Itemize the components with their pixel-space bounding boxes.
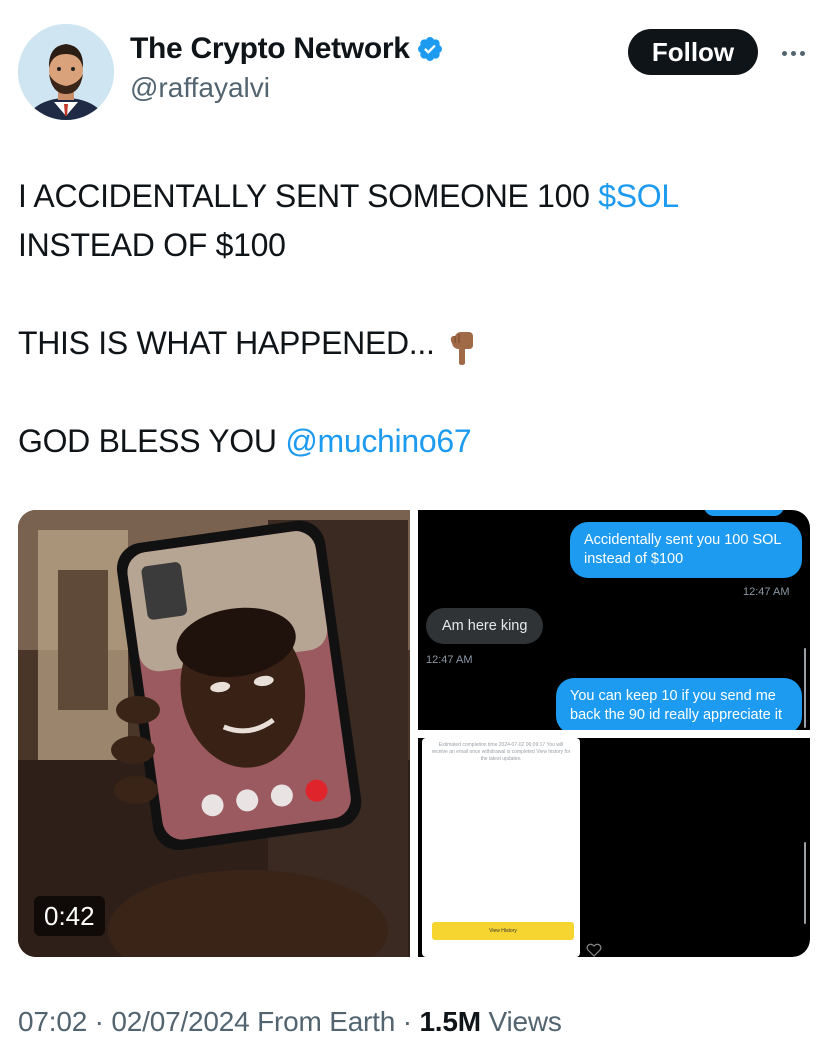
- more-options-icon[interactable]: [776, 38, 810, 68]
- view-history-button: View History: [432, 922, 574, 940]
- cashtag-link[interactable]: $SOL: [598, 178, 679, 214]
- chat-timestamp-1: 12:47 AM: [743, 586, 790, 598]
- video-duration-badge: 0:42: [34, 896, 105, 936]
- media-grid: 0:42 Accidentally sent you 100 SOL inste…: [18, 510, 810, 957]
- pointing-down-hand-icon: [450, 331, 473, 365]
- chat-bubble-incoming: Am here king: [426, 608, 544, 644]
- views-label: Views: [488, 1006, 562, 1037]
- video-thumbnail: [18, 510, 410, 957]
- receipt-screenshot-image[interactable]: Estimated completion time 2024-07-02 06:…: [418, 738, 810, 957]
- chat-bubble-outgoing-1: Accidentally sent you 100 SOL instead of…: [570, 522, 802, 578]
- chat-timestamp-2: 12:47 AM: [426, 654, 473, 666]
- tweet-time[interactable]: 07:02: [18, 1006, 87, 1037]
- tweet-header: The Crypto Network @raffayalvi Follow: [18, 24, 810, 124]
- user-handle[interactable]: @raffayalvi: [130, 72, 444, 104]
- tweet-line-4: GOD BLESS YOU @muchino67: [18, 417, 808, 466]
- tweet-line-1-text: I ACCIDENTALLY SENT SOMEONE 100: [18, 178, 599, 214]
- receipt-scrollbar: [804, 842, 806, 924]
- heart-icon: [586, 943, 602, 957]
- tweet-line-1: I ACCIDENTALLY SENT SOMEONE 100 $SOL: [18, 172, 808, 221]
- receipt-card: Estimated completion time 2024-07-02 06:…: [422, 738, 580, 957]
- avatar[interactable]: [18, 24, 114, 120]
- name-block: The Crypto Network @raffayalvi: [130, 32, 444, 104]
- views-count: 1.5M: [419, 1006, 481, 1037]
- follow-button[interactable]: Follow: [628, 29, 758, 75]
- tweet-meta: 07:02 · 02/07/2024 From Earth · 1.5M Vie…: [18, 1006, 562, 1037]
- tweet-location: From Earth: [257, 1006, 396, 1037]
- tweet-line-4-text: GOD BLESS YOU: [18, 423, 286, 459]
- tweet-text: I ACCIDENTALLY SENT SOMEONE 100 $SOL INS…: [18, 172, 808, 466]
- chat-screenshot-image[interactable]: Accidentally sent you 100 SOL instead of…: [418, 510, 810, 730]
- tweet-spacer: [18, 270, 808, 319]
- display-name[interactable]: The Crypto Network: [130, 32, 444, 66]
- mention-link[interactable]: @muchino67: [285, 423, 471, 459]
- chat-bubble-cut: [704, 510, 784, 516]
- receipt-text: Estimated completion time 2024-07-02 06:…: [431, 742, 571, 762]
- chat-scrollbar: [804, 648, 806, 728]
- tweet-spacer: [18, 368, 808, 417]
- verified-badge-icon: [417, 37, 442, 61]
- tweet-line-3: THIS IS WHAT HAPPENED...: [18, 319, 808, 368]
- video-player[interactable]: 0:42: [18, 510, 410, 957]
- chat-bubble-outgoing-2: You can keep 10 if you send me back the …: [556, 678, 802, 730]
- tweet-date[interactable]: 02/07/2024: [111, 1006, 249, 1037]
- display-name-text[interactable]: The Crypto Network: [130, 32, 410, 66]
- tweet-line-3-text: THIS IS WHAT HAPPENED...: [18, 325, 435, 361]
- tweet-line-2: INSTEAD OF $100: [18, 227, 286, 263]
